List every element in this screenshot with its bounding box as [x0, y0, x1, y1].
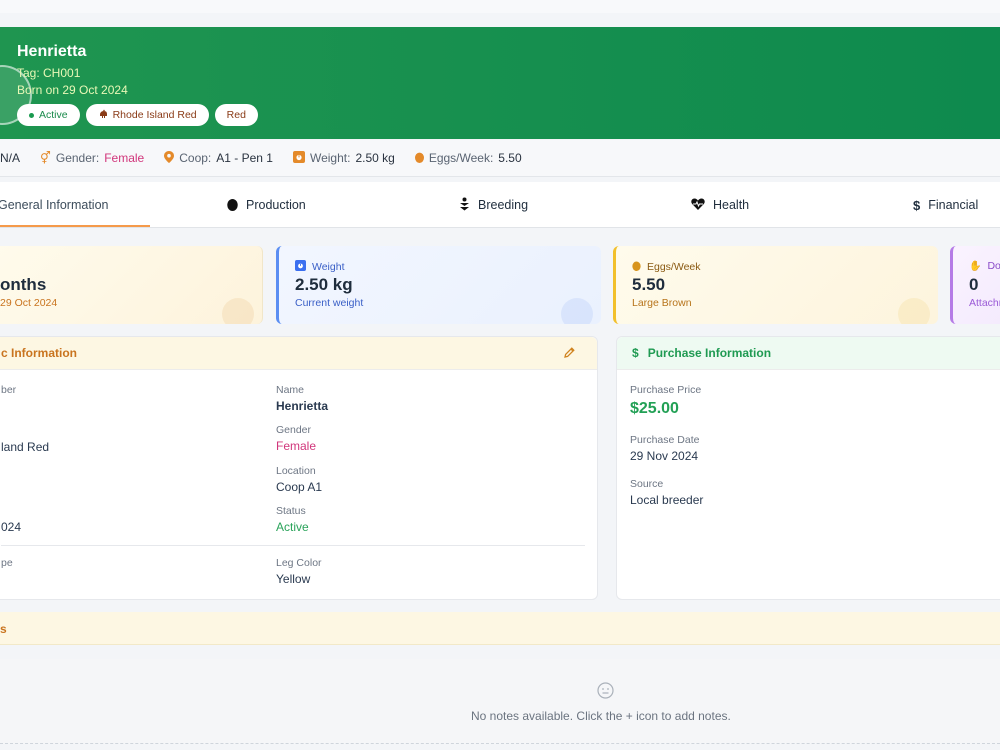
tab-financial[interactable]: $ Financial — [913, 182, 978, 228]
gender-icon: ⚥ — [40, 151, 51, 165]
basic-information-panel: c Information ber land Red 024 pe Name H… — [0, 336, 598, 600]
egg-icon — [414, 151, 424, 166]
age-card: onths 29 Oct 2024 — [0, 246, 263, 324]
purchase-price-value: $25.00 — [630, 400, 679, 417]
dot-icon — [29, 112, 34, 118]
animal-name: Henrietta — [17, 43, 87, 60]
weight-watermark-icon — [561, 298, 593, 324]
neutral-face-icon — [597, 682, 614, 704]
egg-icon — [227, 197, 238, 214]
stat-weight: Weight: 2.50 kg — [292, 150, 395, 166]
animal-birth-date: Born on 29 Oct 2024 — [17, 83, 128, 97]
stat-gender: ⚥ Gender: Female — [40, 151, 145, 165]
name-value: Henrietta — [276, 399, 329, 413]
divider — [1, 545, 585, 546]
dollar-icon: $ — [632, 346, 639, 360]
egg-icon — [632, 260, 641, 274]
dollar-icon: $ — [913, 197, 921, 213]
tab-production[interactable]: Production — [227, 182, 306, 228]
purchase-date-value: 29 Nov 2024 — [630, 449, 699, 463]
stat-eggs: Eggs/Week: 5.50 — [414, 151, 522, 166]
age-watermark-icon — [222, 298, 254, 324]
documents-card: ✋ Doc 0 Attachm — [950, 246, 1000, 324]
tab-health[interactable]: Health — [691, 182, 749, 228]
tab-bar: General Information Production Breeding … — [0, 182, 1000, 228]
weight-card: Weight 2.50 kg Current weight — [276, 246, 601, 324]
scale-icon — [292, 150, 305, 166]
notes-empty-message: No notes available. Click the + icon to … — [471, 709, 731, 723]
eggs-watermark-icon — [898, 298, 930, 324]
animal-header: Henrietta Tag: CH001 Born on 29 Oct 2024… — [0, 27, 1000, 139]
location-pin-icon — [164, 150, 175, 166]
panel-title: Purchase Information — [647, 346, 772, 360]
notes-header: s — [0, 612, 1000, 645]
quick-stats-bar: N/A ⚥ Gender: Female Coop: A1 - Pen 1 We… — [0, 140, 1000, 177]
edit-pencil-icon[interactable] — [563, 346, 576, 364]
leg-color-value: Yellow — [276, 572, 311, 586]
purchase-information-panel: $ Purchase Information Purchase Price $2… — [616, 336, 1000, 600]
notes-empty-state: No notes available. Click the + icon to … — [0, 659, 1000, 744]
stat-na: N/A — [0, 151, 21, 165]
color-badge: Red — [214, 104, 258, 126]
top-strip — [0, 0, 1000, 13]
heart-pulse-icon — [691, 198, 705, 213]
status-value: Active — [276, 520, 309, 534]
location-value: Coop A1 — [276, 480, 323, 494]
animal-tag: Tag: CH001 — [17, 66, 81, 80]
gender-value: Female — [276, 439, 317, 453]
tab-general-information[interactable]: General Information — [0, 182, 108, 228]
eggs-card: Eggs/Week 5.50 Large Brown — [613, 246, 938, 324]
chicken-icon — [98, 109, 108, 121]
panel-title: c Information — [1, 346, 78, 360]
status-badge: Active — [17, 104, 80, 126]
stat-coop: Coop: A1 - Pen 1 — [164, 150, 273, 166]
breeding-icon — [459, 197, 470, 214]
paperclip-icon: ✋ — [969, 260, 982, 272]
source-value: Local breeder — [630, 493, 704, 507]
breed-badge: Rhode Island Red — [85, 104, 209, 126]
notes-title: s — [0, 622, 7, 636]
active-tab-indicator — [0, 225, 150, 227]
tab-breeding[interactable]: Breeding — [459, 182, 528, 228]
scale-icon — [295, 260, 306, 274]
